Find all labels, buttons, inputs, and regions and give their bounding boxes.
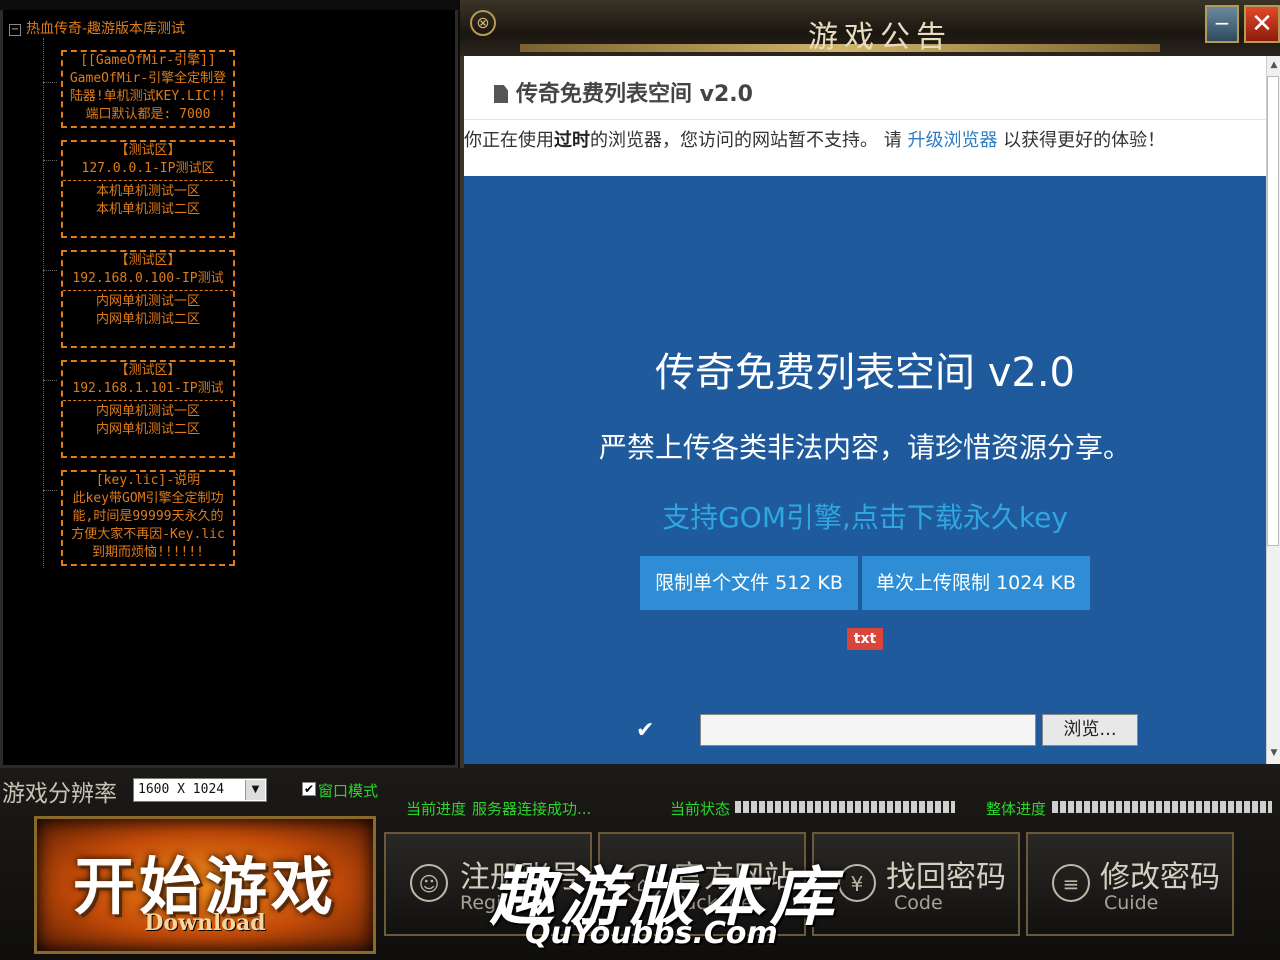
- tree-root[interactable]: − 热血传奇-趣游版本库测试: [9, 18, 185, 38]
- server-item[interactable]: 内网单机测试二区: [63, 311, 233, 329]
- list-icon: ≡: [1052, 864, 1090, 902]
- warning-text: 的浏览器，您访问的网站暂不支持。 请: [590, 130, 908, 151]
- tree-group-lan-101[interactable]: 【测试区】 192.168.1.101-IP测试 内网单机测试一区 内网单机测试…: [61, 360, 235, 458]
- tree-root-label: 热血传奇-趣游版本库测试: [26, 21, 186, 37]
- window-mode-label[interactable]: 窗口模式: [318, 780, 378, 801]
- overall-progress-label: 整体进度: [986, 800, 1047, 818]
- browse-button[interactable]: 浏览...: [1042, 714, 1138, 746]
- group-line: GameOfMir-引擎全定制登: [69, 71, 227, 86]
- minimize-button[interactable]: −: [1205, 5, 1239, 43]
- group-line: 能,时间是99999天永久的: [72, 509, 224, 524]
- watermark-text-en: QuYoubbs.Com: [525, 916, 778, 951]
- resolution-label: 游戏分辨率: [2, 781, 117, 807]
- current-status-label: 当前状态: [670, 800, 731, 818]
- group-line: 陆器!单机测试KEY.LIC!!: [69, 89, 227, 104]
- server-tree[interactable]: − 热血传奇-趣游版本库测试 [[GameOfMir-引擎]] GameOfMir…: [0, 10, 458, 768]
- group-title: 【测试区】: [111, 362, 185, 380]
- tree-branch: [43, 160, 57, 161]
- scroll-thumb[interactable]: [1267, 76, 1279, 546]
- group-title: 【测试区】: [111, 252, 185, 270]
- page-header-title: 传奇免费列表空间 v2.0: [516, 82, 753, 107]
- ornament-emblem-icon: ⊗: [470, 10, 496, 36]
- group-divider: [63, 290, 233, 291]
- upgrade-browser-link[interactable]: 升级浏览器: [907, 130, 997, 151]
- yen-icon: ¥: [838, 864, 876, 902]
- warning-text: 以获得更好的体验！: [997, 130, 1166, 151]
- server-item[interactable]: 内网单机测试二区: [63, 421, 233, 439]
- browser-warning: 你正在使用过时的浏览器，您访问的网站暂不支持。 请 升级浏览器 以获得更好的体验…: [464, 126, 1266, 152]
- file-type-badge: txt: [847, 628, 883, 650]
- document-icon: [494, 85, 508, 103]
- change-password-label: 修改密码: [1100, 860, 1220, 895]
- status-progress-bar: [735, 801, 955, 813]
- user-icon: ☺: [410, 864, 448, 902]
- group-line: 到期而烦恼!!!!!!: [92, 545, 204, 560]
- notice-title: 游戏公告: [808, 20, 952, 55]
- tree-branch: [43, 380, 57, 381]
- server-item[interactable]: 本机单机测试一区: [63, 183, 233, 201]
- tree-branch: [43, 490, 57, 491]
- collapse-toggle-icon[interactable]: −: [9, 24, 21, 36]
- group-line[interactable]: 192.168.0.100-IP测试: [63, 270, 233, 288]
- close-button[interactable]: ✕: [1244, 5, 1280, 43]
- hero-title: 传奇免费列表空间 v2.0: [655, 350, 1075, 396]
- server-item[interactable]: 内网单机测试一区: [63, 293, 233, 311]
- tree-group-engine[interactable]: [[GameOfMir-引擎]] GameOfMir-引擎全定制登 陆器!单机测…: [61, 50, 235, 128]
- overall-progress-bar: [1052, 801, 1272, 813]
- hero-section: 传奇免费列表空间 v2.0 严禁上传各类非法内容，请珍惜资源分享。 支持GOM引…: [464, 176, 1266, 764]
- current-progress-label: 当前进度: [406, 800, 467, 818]
- group-title: [key.lic]-说明: [91, 472, 205, 490]
- warning-text: 你正在使用: [464, 130, 554, 151]
- server-item[interactable]: 本机单机测试二区: [63, 201, 233, 219]
- group-line[interactable]: 127.0.0.1-IP测试区: [63, 160, 233, 178]
- window-mode-checkbox[interactable]: ✔: [302, 782, 316, 796]
- change-password-sub: Cuide: [1104, 892, 1159, 914]
- check-icon: ✔: [636, 718, 655, 743]
- scroll-down-icon[interactable]: ▼: [1267, 748, 1280, 758]
- group-line: 此key带GOM引擎全定制功: [72, 491, 224, 506]
- start-game-subtitle[interactable]: Download: [34, 910, 376, 936]
- group-line: 端口默认都是: 7000: [85, 107, 211, 122]
- group-divider: [63, 180, 233, 181]
- server-item[interactable]: 内网单机测试一区: [63, 403, 233, 421]
- recover-password-sub: Code: [894, 892, 943, 914]
- upload-limit-button[interactable]: 单次上传限制 1024 KB: [862, 556, 1090, 610]
- page-header: 传奇免费列表空间 v2.0: [464, 56, 1266, 120]
- embedded-browser[interactable]: 传奇免费列表空间 v2.0 你正在使用过时的浏览器，您访问的网站暂不支持。 请 …: [464, 56, 1266, 764]
- group-title: [[GameOfMir-引擎]]: [76, 52, 220, 70]
- tree-guide-line: [43, 38, 44, 568]
- change-password-button[interactable]: ≡ 修改密码 Cuide: [1026, 832, 1234, 936]
- hero-subtitle: 严禁上传各类非法内容，请珍惜资源分享。: [598, 431, 1131, 464]
- chevron-down-icon[interactable]: ▼: [245, 780, 265, 800]
- tree-group-lan-100[interactable]: 【测试区】 192.168.0.100-IP测试 内网单机测试一区 内网单机测试…: [61, 250, 235, 348]
- group-title: 【测试区】: [111, 142, 185, 160]
- group-line: 方便大家不再因-Key.lic: [71, 527, 225, 542]
- current-progress-text: 服务器连接成功...: [472, 800, 592, 818]
- file-path-input[interactable]: [700, 714, 1036, 746]
- scroll-up-icon[interactable]: ▲: [1267, 60, 1280, 70]
- tree-branch: [43, 270, 57, 271]
- group-line[interactable]: 192.168.1.101-IP测试: [63, 380, 233, 398]
- recover-password-button[interactable]: ¥ 找回密码 Code: [812, 832, 1020, 936]
- tree-group-local[interactable]: 【测试区】 127.0.0.1-IP测试区 本机单机测试一区 本机单机测试二区: [61, 140, 235, 238]
- recover-password-label: 找回密码: [886, 860, 1006, 895]
- warning-bold: 过时: [554, 130, 590, 151]
- file-limit-button[interactable]: 限制单个文件 512 KB: [640, 556, 858, 610]
- group-divider: [63, 400, 233, 401]
- tree-group-key-info[interactable]: [key.lic]-说明 此key带GOM引擎全定制功 能,时间是99999天永…: [61, 470, 235, 566]
- tree-branch: [43, 82, 57, 83]
- download-key-link[interactable]: 支持GOM引擎,点击下载永久key: [464, 496, 1266, 536]
